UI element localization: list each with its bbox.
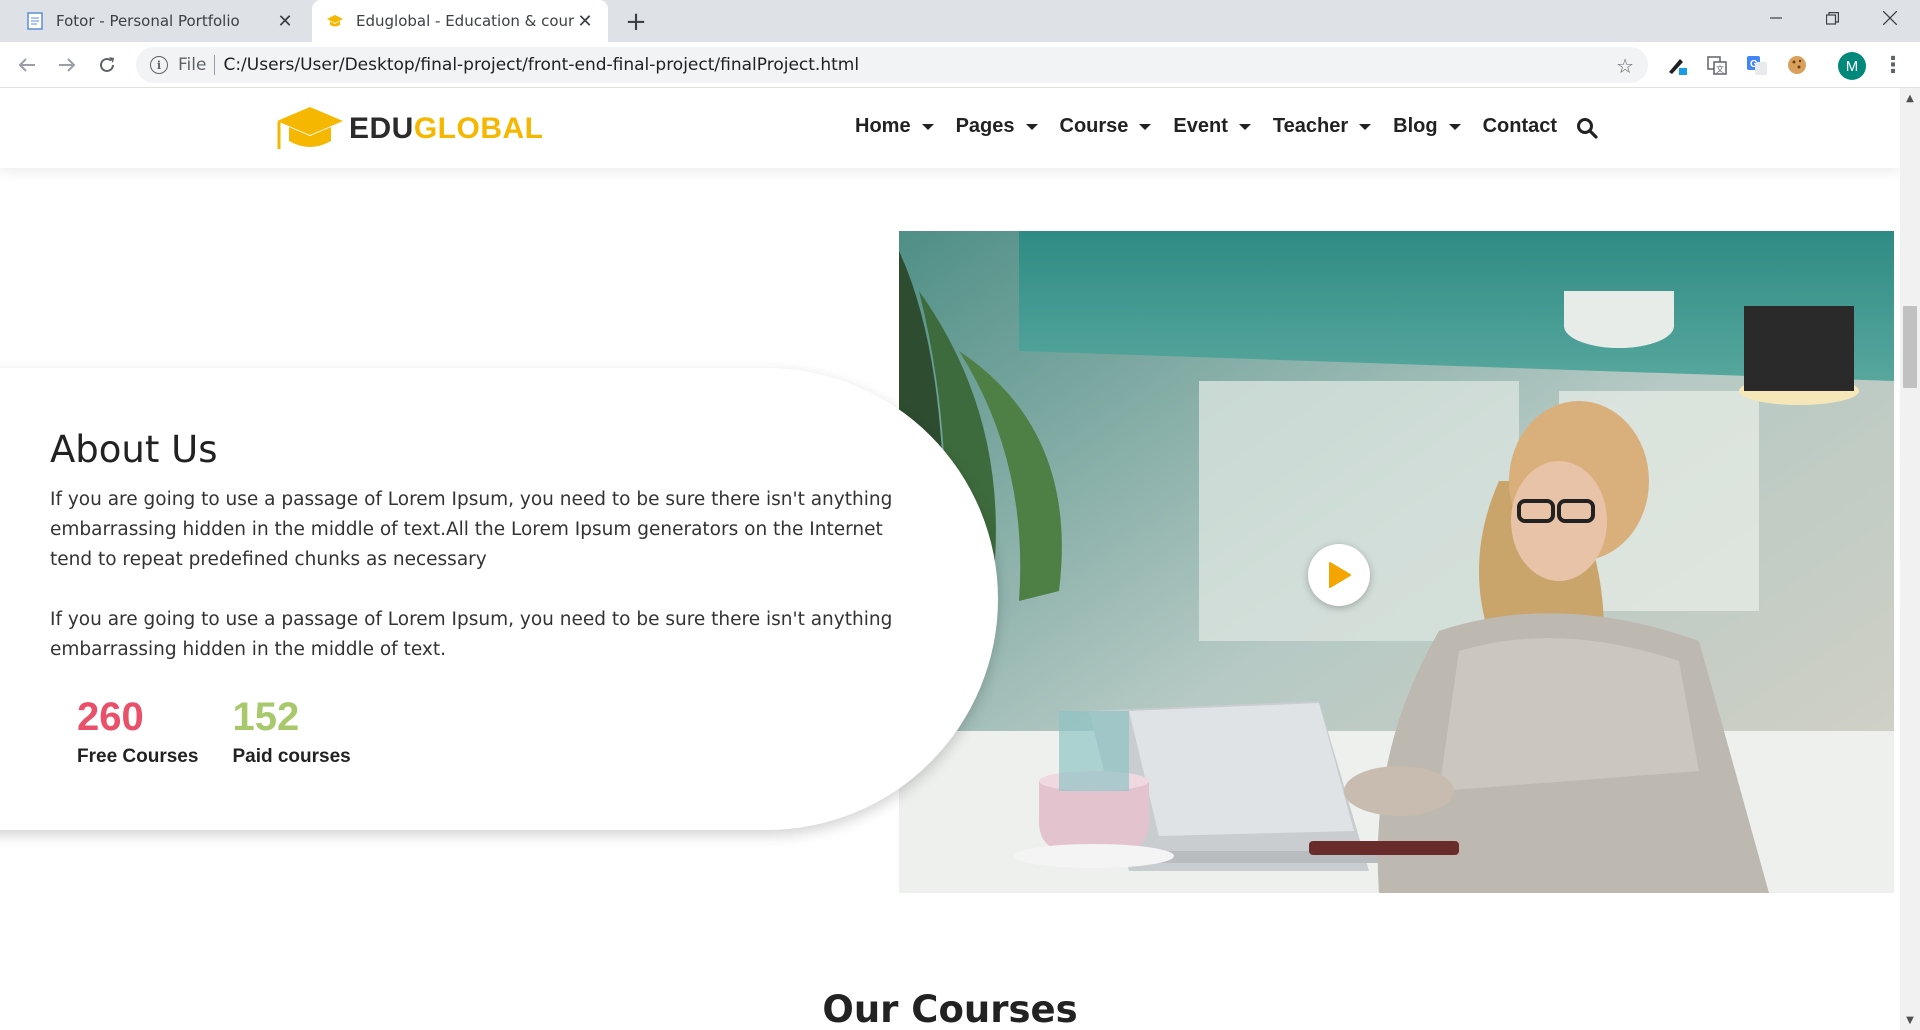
- main-navigation: Home Pages Course Event Teacher Blog Con…: [855, 115, 1579, 138]
- google-translate-icon[interactable]: G: [1744, 52, 1770, 78]
- nav-label: Blog: [1393, 115, 1438, 137]
- about-paragraph-2: If you are going to use a passage of Lor…: [50, 609, 893, 660]
- scroll-down-arrow-icon[interactable]: ▼: [1900, 1010, 1920, 1030]
- reload-icon[interactable]: [92, 50, 122, 80]
- back-arrow-icon[interactable]: [12, 50, 42, 80]
- about-image: [899, 231, 1894, 893]
- browser-toolbar: i File C:/Users/User/Desktop/final-proje…: [0, 42, 1920, 88]
- url-scheme: File: [178, 55, 207, 75]
- minimize-button[interactable]: [1748, 0, 1804, 36]
- stat-value: 260: [77, 695, 144, 739]
- courses-title: Our Courses: [822, 988, 1078, 1030]
- bookmark-star-icon[interactable]: ☆: [1616, 54, 1634, 78]
- nav-item-course[interactable]: Course: [1060, 115, 1152, 138]
- logo-text-global: GLOBAL: [413, 112, 544, 145]
- caret-down-icon: [1139, 123, 1152, 130]
- site-logo[interactable]: EDUGLOBAL: [275, 105, 544, 153]
- nav-label: Course: [1059, 115, 1129, 137]
- scroll-up-arrow-icon[interactable]: ▲: [1900, 88, 1920, 108]
- about-section: About Us If you are going to use a passa…: [50, 418, 920, 768]
- about-title: About Us: [50, 428, 218, 471]
- forward-arrow-icon[interactable]: [52, 50, 82, 80]
- nav-item-blog[interactable]: Blog: [1393, 115, 1461, 138]
- browser-tab-strip: Fotor - Personal Portfolio ✕ Eduglobal -…: [0, 0, 1920, 42]
- search-icon[interactable]: [1576, 117, 1598, 139]
- caret-down-icon: [1448, 123, 1461, 130]
- site-header: EDUGLOBAL Home Pages Course Event Teache…: [0, 88, 1900, 168]
- address-bar[interactable]: i File C:/Users/User/Desktop/final-proje…: [136, 47, 1648, 83]
- page-viewport: EDUGLOBAL Home Pages Course Event Teache…: [0, 88, 1900, 1030]
- nav-label: Event: [1173, 115, 1228, 137]
- caret-down-icon: [1359, 123, 1372, 130]
- nav-label: Contact: [1482, 115, 1558, 137]
- nav-label: Pages: [955, 115, 1015, 137]
- play-video-button[interactable]: [1308, 544, 1370, 606]
- stat-label: Paid courses: [232, 746, 351, 767]
- scrollbar-thumb[interactable]: [1903, 306, 1917, 388]
- browser-tab-eduglobal[interactable]: Eduglobal - Education & course ✕: [312, 0, 608, 42]
- svg-text:文: 文: [1716, 64, 1724, 74]
- browser-menu-icon[interactable]: ⋮: [1880, 52, 1906, 78]
- restore-button[interactable]: [1804, 0, 1860, 36]
- url-text[interactable]: C:/Users/User/Desktop/final-project/fron…: [223, 55, 859, 75]
- caret-down-icon: [921, 123, 934, 130]
- document-icon: [26, 12, 44, 30]
- page-scrollbar[interactable]: ▲ ▼: [1900, 88, 1920, 1030]
- logo-text: EDUGLOBAL: [349, 112, 544, 146]
- stat-free-courses: 260 Free Courses: [77, 695, 198, 768]
- play-icon: [1329, 562, 1351, 588]
- stat-label: Free Courses: [77, 746, 199, 767]
- tab-title: Fotor - Personal Portfolio: [56, 12, 240, 30]
- url-separator: [214, 55, 216, 75]
- caret-down-icon: [1025, 123, 1038, 130]
- nav-item-home[interactable]: Home: [855, 115, 934, 138]
- translate-extension-icon[interactable]: 文: [1704, 52, 1730, 78]
- nav-item-pages[interactable]: Pages: [956, 115, 1038, 138]
- stats-row: 260 Free Courses 152 Paid courses: [77, 695, 920, 768]
- close-icon[interactable]: ✕: [274, 10, 296, 32]
- browser-tab-fotor[interactable]: Fotor - Personal Portfolio ✕: [12, 0, 308, 42]
- nav-label: Home: [855, 115, 911, 137]
- nav-item-event[interactable]: Event: [1173, 115, 1251, 138]
- nav-item-contact[interactable]: Contact: [1483, 115, 1557, 138]
- graduation-cap-icon: [326, 12, 344, 30]
- logo-text-edu: EDU: [349, 112, 414, 145]
- caret-down-icon: [1238, 123, 1251, 130]
- nav-label: Teacher: [1272, 115, 1349, 137]
- cookie-extension-icon[interactable]: [1784, 52, 1810, 78]
- close-icon[interactable]: ✕: [574, 10, 596, 32]
- cafe-woman-laptop-image: [899, 231, 1894, 893]
- profile-avatar[interactable]: M: [1838, 52, 1866, 80]
- nav-item-teacher[interactable]: Teacher: [1272, 115, 1372, 138]
- about-paragraph-1: If you are going to use a passage of Lor…: [50, 489, 893, 570]
- tab-title: Eduglobal - Education & course: [356, 12, 574, 30]
- graduation-cap-icon: [277, 107, 343, 149]
- pen-extension-icon[interactable]: [1664, 52, 1690, 78]
- new-tab-button[interactable]: +: [622, 7, 650, 37]
- stat-paid-courses: 152 Paid courses: [232, 695, 350, 768]
- info-icon[interactable]: i: [150, 56, 168, 74]
- stat-value: 152: [232, 695, 300, 739]
- window-close-button[interactable]: [1862, 0, 1918, 36]
